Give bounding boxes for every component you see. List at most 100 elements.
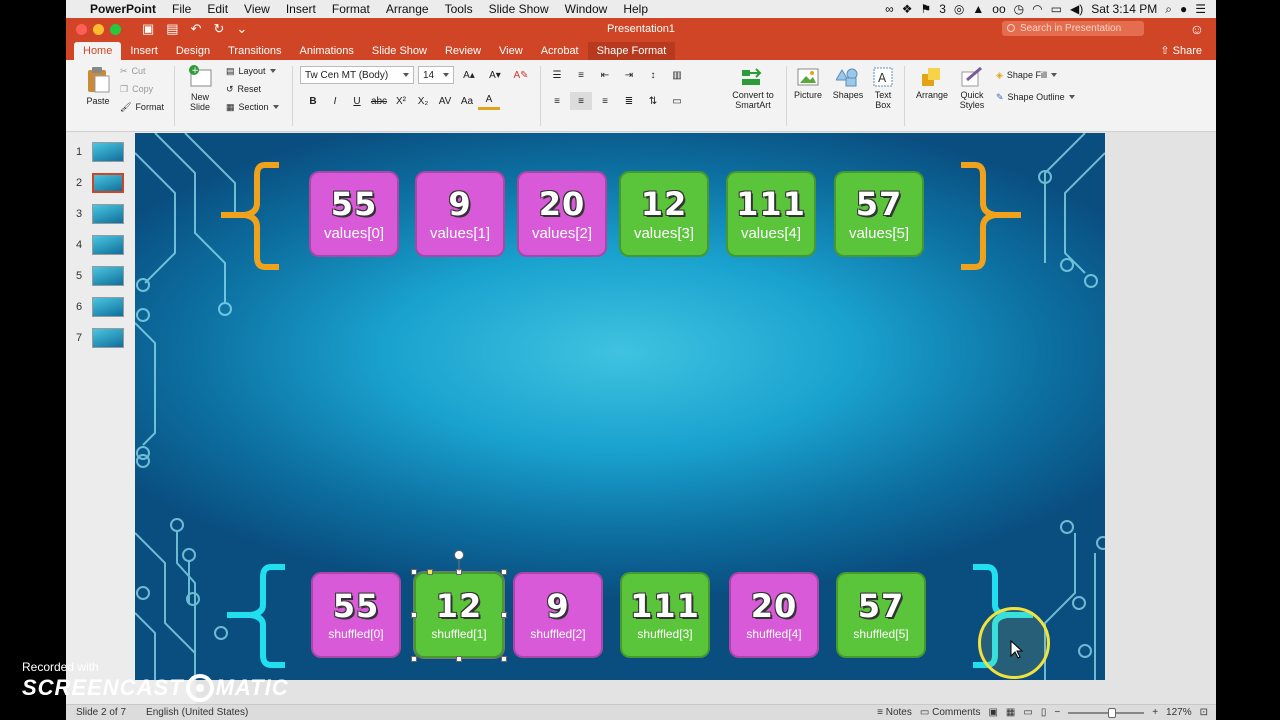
shuffled-card[interactable]: 9 shuffled[2] (513, 572, 603, 658)
menu-help[interactable]: Help (615, 2, 656, 16)
shuffled-card[interactable]: 20 shuffled[4] (729, 572, 819, 658)
close-button[interactable] (76, 23, 87, 35)
decrease-indent-icon[interactable]: ⇤ (594, 66, 616, 84)
tab-acrobat[interactable]: Acrobat (532, 42, 588, 60)
tab-transitions[interactable]: Transitions (219, 42, 290, 60)
menu-slide-show[interactable]: Slide Show (481, 2, 557, 16)
shuffled-card[interactable]: 111 shuffled[3] (620, 572, 710, 658)
paste-button[interactable]: Paste (78, 66, 118, 106)
section-button[interactable]: ▦ Section (226, 98, 279, 116)
wifi-icon[interactable]: ◠ (1032, 2, 1042, 16)
customize-icon[interactable]: ⌄ (236, 21, 247, 37)
font-size-select[interactable]: 14 (418, 66, 454, 84)
shuffled-card-selected[interactable]: 12 shuffled[1] (413, 571, 505, 659)
layout-button[interactable]: ▤ Layout (226, 62, 279, 80)
zoom-level[interactable]: 127% (1166, 707, 1192, 718)
menu-tools[interactable]: Tools (437, 2, 481, 16)
bullets-icon[interactable]: ☰ (546, 66, 568, 84)
share-button[interactable]: ⇧ Share (1160, 42, 1216, 60)
cut-button[interactable]: ✂ Cut (120, 62, 164, 80)
new-slide-button[interactable]: + New Slide (182, 64, 218, 112)
link-icon[interactable]: ∞ (885, 2, 894, 16)
copy-button[interactable]: ❐ Copy (120, 80, 164, 98)
menu-file[interactable]: File (164, 2, 199, 16)
character-spacing-icon[interactable]: AV (434, 92, 456, 110)
presenter-icon[interactable]: ▯ (1041, 707, 1047, 718)
slide-canvas[interactable]: 55 values[0] 9 values[1] 20 values[2] 12… (135, 133, 1105, 680)
change-case-icon[interactable]: Aa (456, 92, 478, 110)
grow-font-icon[interactable]: A▴ (458, 66, 480, 84)
zoom-button[interactable] (110, 23, 121, 35)
tab-animations[interactable]: Animations (291, 42, 363, 60)
slide-sorter-icon[interactable]: ▦ (1006, 707, 1015, 718)
convert-smartart-button[interactable]: Convert to SmartArt (722, 66, 784, 110)
undo-icon[interactable]: ↶ (191, 21, 202, 37)
tab-review[interactable]: Review (436, 42, 490, 60)
menu-format[interactable]: Format (324, 2, 378, 16)
tab-view[interactable]: View (490, 42, 532, 60)
values-card[interactable]: 55 values[0] (309, 171, 399, 257)
align-text-icon[interactable]: ▭ (666, 92, 688, 110)
airplay-icon[interactable]: ▭ (1051, 2, 1062, 16)
circle-icon[interactable]: ◎ (954, 2, 964, 16)
menu-app-name[interactable]: PowerPoint (82, 2, 164, 16)
clock[interactable]: Sat 3:14 PM (1091, 2, 1157, 16)
sidebar-toggle-icon[interactable]: ▣ (142, 21, 154, 37)
increase-indent-icon[interactable]: ⇥ (618, 66, 640, 84)
search-input[interactable]: Search in Presentation (1002, 21, 1144, 36)
format-painter-button[interactable]: 🖌 Format (120, 98, 164, 116)
columns-icon[interactable]: ▥ (666, 66, 688, 84)
justify-icon[interactable]: ≣ (618, 92, 640, 110)
dropbox-icon[interactable]: ❖ (902, 2, 913, 16)
tab-shape-format[interactable]: Shape Format (587, 42, 676, 60)
tab-slide-show[interactable]: Slide Show (363, 42, 436, 60)
menu-window[interactable]: Window (557, 2, 616, 16)
fit-slide-icon[interactable]: ⊡ (1200, 707, 1208, 718)
align-left-icon[interactable]: ≡ (546, 92, 568, 110)
shuffled-card[interactable]: 55 shuffled[0] (311, 572, 401, 658)
notification-center-icon[interactable]: ☰ (1195, 2, 1206, 16)
values-card[interactable]: 9 values[1] (415, 171, 505, 257)
comments-button[interactable]: ▭ Comments (920, 707, 981, 718)
volume-icon[interactable]: ◀) (1070, 2, 1083, 16)
resize-handle[interactable] (411, 656, 417, 662)
clear-formatting-icon[interactable]: A✎ (510, 66, 532, 84)
text-direction-icon[interactable]: ⇅ (642, 92, 664, 110)
tab-insert[interactable]: Insert (121, 42, 167, 60)
shrink-font-icon[interactable]: A▾ (484, 66, 506, 84)
shapes-button[interactable]: Shapes (828, 66, 868, 100)
shape-outline-button[interactable]: ✎ Shape Outline (996, 88, 1075, 106)
zoom-slider[interactable] (1068, 707, 1145, 718)
strikethrough-icon[interactable]: abc (368, 92, 390, 110)
rotate-handle-icon[interactable] (452, 549, 466, 571)
superscript-icon[interactable]: X² (390, 92, 412, 110)
zoom-out-icon[interactable]: − (1054, 707, 1060, 718)
adjust-handle[interactable] (427, 569, 433, 575)
minimize-button[interactable] (93, 23, 104, 35)
flag-icon[interactable]: ⚑ (920, 2, 931, 16)
text-box-button[interactable]: A Text Box (868, 66, 898, 110)
align-right-icon[interactable]: ≡ (594, 92, 616, 110)
italic-icon[interactable]: I (324, 92, 346, 110)
quick-styles-button[interactable]: Quick Styles (954, 66, 990, 110)
battery-badge[interactable]: 3 (939, 2, 946, 16)
glasses-icon[interactable]: oo (992, 2, 1005, 16)
numbering-icon[interactable]: ≡ (570, 66, 592, 84)
picture-button[interactable]: Picture (788, 66, 828, 100)
font-name-select[interactable]: Tw Cen MT (Body) (300, 66, 414, 84)
feedback-smiley-icon[interactable]: ☺ (1190, 21, 1204, 37)
shape-fill-button[interactable]: ◈ Shape Fill (996, 66, 1075, 84)
tab-design[interactable]: Design (167, 42, 219, 60)
line-spacing-icon[interactable]: ↕ (642, 66, 664, 84)
values-card[interactable]: 20 values[2] (517, 171, 607, 257)
spotlight-icon[interactable]: ⌕ (1165, 2, 1172, 17)
bold-icon[interactable]: B (302, 92, 324, 110)
subscript-icon[interactable]: X₂ (412, 92, 434, 110)
normal-view-icon[interactable]: ▣ (988, 707, 997, 718)
underline-icon[interactable]: U (346, 92, 368, 110)
tab-home[interactable]: Home (74, 42, 122, 60)
resize-handle[interactable] (411, 569, 417, 575)
redo-icon[interactable]: ↻ (214, 21, 225, 37)
menu-arrange[interactable]: Arrange (378, 2, 437, 16)
upload-icon[interactable]: ▲ (972, 2, 984, 16)
